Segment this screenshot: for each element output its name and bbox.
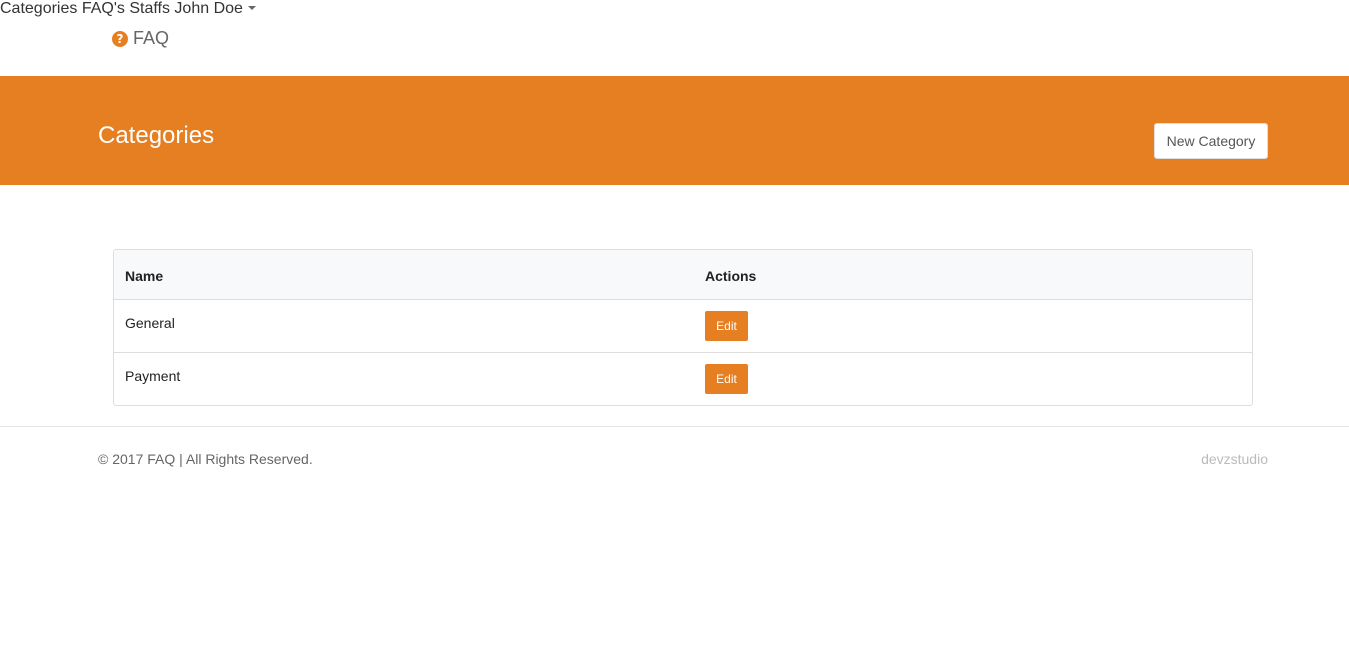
page-header-banner: Categories New Category bbox=[0, 76, 1349, 185]
nav-link-categories[interactable]: Categories bbox=[0, 0, 77, 17]
column-header-name: Name bbox=[125, 268, 164, 284]
nav-link-staffs[interactable]: Staffs bbox=[129, 0, 170, 17]
edit-button[interactable]: Edit bbox=[705, 311, 748, 341]
new-category-button[interactable]: New Category bbox=[1154, 123, 1268, 159]
table-header: Name Actions bbox=[114, 250, 1252, 300]
footer-copyright: © 2017 FAQ | All Rights Reserved. bbox=[98, 451, 313, 467]
user-dropdown-toggle[interactable]: John Doe bbox=[174, 0, 256, 17]
top-navbar: ? FAQ Categories FAQ's Staffs John Doe bbox=[0, 0, 1349, 76]
categories-table: Name Actions General Edit Payment Edit bbox=[113, 249, 1253, 406]
category-name: Payment bbox=[125, 368, 181, 384]
footer-credit-link[interactable]: devzstudio bbox=[1201, 451, 1268, 467]
table-row: Payment Edit bbox=[114, 353, 1252, 405]
brand-text: FAQ bbox=[133, 28, 170, 48]
column-header-actions: Actions bbox=[705, 268, 757, 284]
main-nav: Categories FAQ's Staffs John Doe bbox=[0, 0, 1349, 18]
question-circle-icon: ? bbox=[112, 30, 128, 47]
brand-link[interactable]: ? FAQ bbox=[112, 28, 169, 49]
edit-button[interactable]: Edit bbox=[705, 364, 748, 394]
category-name: General bbox=[125, 315, 175, 331]
table-row: General Edit bbox=[114, 300, 1252, 353]
nav-link-faqs[interactable]: FAQ's bbox=[82, 0, 125, 17]
footer-divider bbox=[0, 426, 1349, 427]
caret-down-icon bbox=[247, 5, 256, 10]
page-title: Categories bbox=[98, 122, 215, 149]
user-name: John Doe bbox=[174, 0, 243, 17]
